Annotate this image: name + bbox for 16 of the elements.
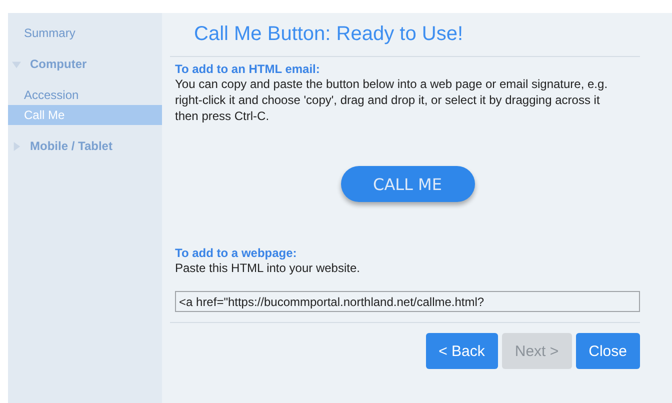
dialog-button[interactable]: < Back bbox=[426, 333, 498, 369]
page-title: Call Me Button: Ready to Use! bbox=[170, 13, 640, 57]
sidebar-item[interactable]: Accession bbox=[8, 85, 162, 105]
sidebar-item[interactable]: Call Me bbox=[8, 105, 162, 125]
dialog-button[interactable]: Close bbox=[576, 333, 640, 369]
section-heading: To add to a webpage: bbox=[175, 246, 298, 260]
sidebar-group[interactable]: Computer bbox=[8, 43, 162, 85]
instructions-text: You can copy and paste the button below into a web page or email signature, e.g. right-click it and choose 'copy', drag and drop it, or select it by dragging across it then press Ctrl-C. bbox=[175, 76, 609, 124]
expand-arrow-icon bbox=[12, 142, 21, 150]
sidebar-group[interactable]: Mobile / Tablet bbox=[8, 125, 162, 167]
section-heading: To add to an HTML email: bbox=[175, 62, 321, 76]
sidebar-item[interactable]: Summary bbox=[8, 23, 162, 43]
html-code-field[interactable]: <a href="https://bucommportal.northland.net/callme.html? bbox=[175, 291, 640, 312]
call-me-button[interactable]: CALL ME bbox=[340, 166, 474, 202]
expand-arrow-icon bbox=[12, 60, 21, 68]
instructions-text: Paste this HTML into your website. bbox=[175, 260, 361, 276]
